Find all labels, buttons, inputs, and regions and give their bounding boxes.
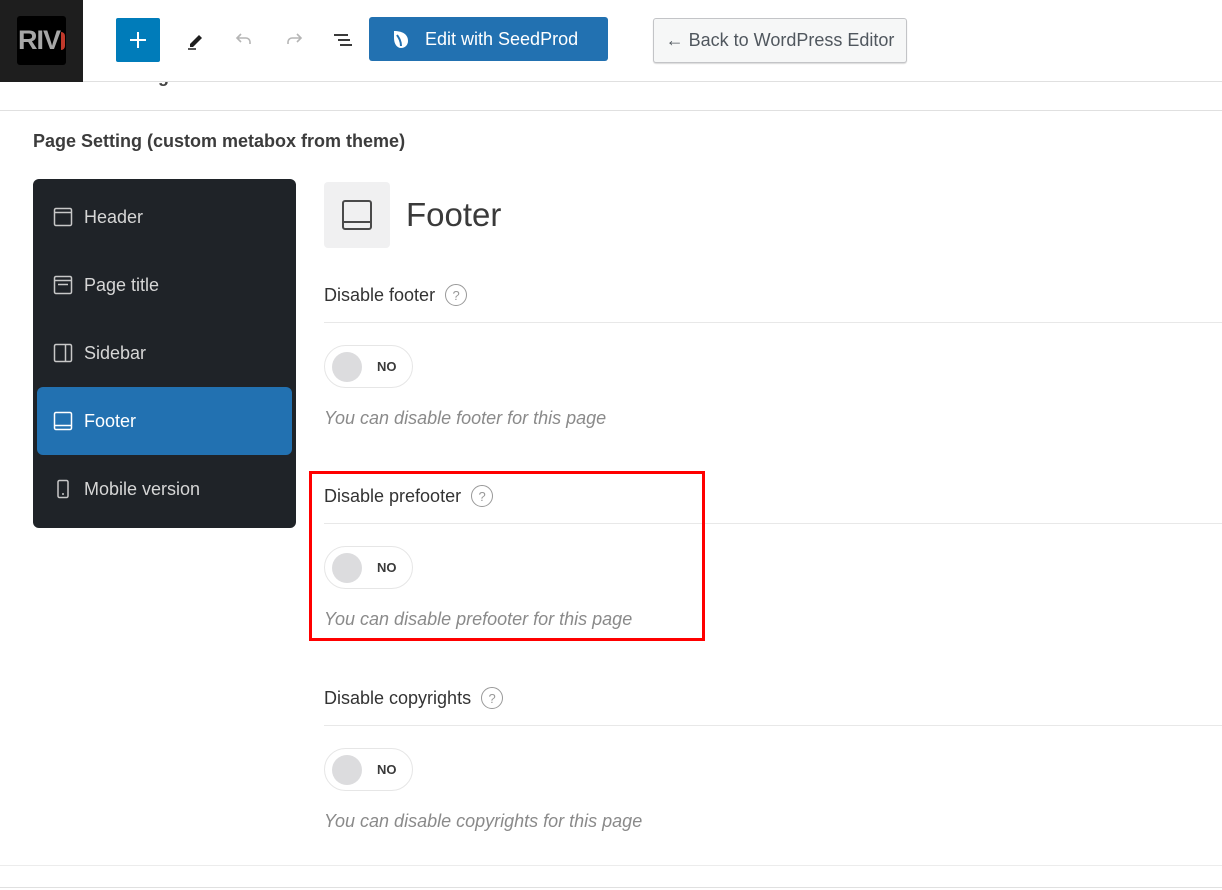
site-logo-button[interactable]: RIV xyxy=(0,0,83,82)
setting-disable-copyrights: Disable copyrights? NO You can disable c… xyxy=(324,683,1222,832)
nav-item-sidebar[interactable]: Sidebar xyxy=(37,319,292,387)
toggle-state: NO xyxy=(377,762,397,777)
seedprod-label: Edit with SeedProd xyxy=(425,28,579,49)
toggle-state: NO xyxy=(377,359,397,374)
help-icon[interactable]: ? xyxy=(445,284,468,306)
disable-copyrights-toggle[interactable]: NO xyxy=(324,748,413,791)
plus-icon xyxy=(130,32,146,48)
divider xyxy=(0,887,1222,888)
list-view-button[interactable] xyxy=(325,22,361,58)
undo-icon xyxy=(235,33,251,44)
panel-icon-box xyxy=(324,182,390,248)
page-title-layout-icon xyxy=(53,275,73,295)
toggle-knob xyxy=(332,352,362,382)
nav-label: Mobile version xyxy=(84,478,201,499)
redo-icon xyxy=(287,33,303,44)
nav-label: Page title xyxy=(84,274,160,295)
header-layout-icon xyxy=(53,207,73,227)
edit-with-seedprod-button[interactable]: Edit with SeedProd xyxy=(369,17,608,61)
footer-layout-icon xyxy=(342,200,372,230)
back-label: ← Back to WordPress Editor xyxy=(665,30,895,50)
nav-item-header[interactable]: Header xyxy=(37,183,292,251)
nav-label: Footer xyxy=(84,410,137,431)
nav-label: Sidebar xyxy=(84,342,147,363)
list-view-icon xyxy=(334,34,352,46)
setting-label: Disable footer xyxy=(324,284,436,305)
site-logo: RIV xyxy=(17,16,66,65)
footer-layout-icon xyxy=(53,411,73,431)
highlight-annotation-box xyxy=(309,471,705,641)
disable-footer-toggle[interactable]: NO xyxy=(324,345,413,388)
page-setting-title: Page Setting (custom metabox from theme) xyxy=(33,131,406,151)
seedprod-leaf-icon xyxy=(394,31,408,48)
divider xyxy=(324,725,1222,726)
undo-button[interactable] xyxy=(226,22,262,58)
divider xyxy=(0,110,1222,111)
mobile-icon xyxy=(57,479,69,499)
logo-text: RIV xyxy=(18,25,61,55)
panel-title: Footer xyxy=(406,196,502,233)
nav-item-footer[interactable]: Footer xyxy=(37,387,292,455)
setting-description: You can disable footer for this page xyxy=(324,408,607,428)
help-icon[interactable]: ? xyxy=(481,687,504,709)
add-block-button[interactable] xyxy=(116,18,160,62)
setting-label: Disable copyrights xyxy=(324,687,472,708)
back-to-wordpress-editor-button[interactable]: ← Back to WordPress Editor xyxy=(653,18,907,63)
tools-button[interactable] xyxy=(178,22,214,58)
setting-description: You can disable copyrights for this page xyxy=(324,811,643,831)
nav-item-page-title[interactable]: Page title xyxy=(37,251,292,319)
toggle-knob xyxy=(332,755,362,785)
page-setting-nav: Header Page title Sidebar Footer Mobile … xyxy=(33,179,296,528)
divider xyxy=(324,322,1222,323)
nav-item-mobile-version[interactable]: Mobile version xyxy=(37,455,292,523)
editor-toolbar: RIV Edit with SeedProd ← Back to WordPre… xyxy=(0,0,1222,82)
sidebar-layout-icon xyxy=(53,343,73,363)
pencil-icon xyxy=(188,35,202,50)
setting-disable-footer: Disable footer? NO You can disable foote… xyxy=(324,280,1222,429)
divider xyxy=(0,865,1222,866)
nav-label: Header xyxy=(84,206,144,227)
logo-accent xyxy=(61,31,66,50)
redo-button[interactable] xyxy=(276,22,312,58)
